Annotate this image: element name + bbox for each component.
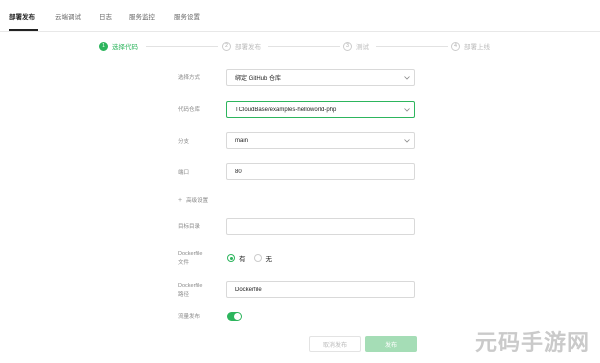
dockerfile-no-radio[interactable]: 无 [253, 253, 273, 263]
auto-publish-toggle[interactable] [227, 312, 242, 321]
radio-unchecked-icon [253, 254, 262, 262]
toggle-knob [234, 313, 241, 320]
step-number: 2 [222, 41, 231, 51]
chevron-down-icon [400, 138, 414, 143]
publish-button[interactable]: 发布 [365, 336, 417, 352]
repo-label: 代码仓库 [178, 107, 201, 113]
site-watermark: 元码手游网 [474, 331, 590, 356]
dockerfile-exists-label-line1: Dockerfile [178, 251, 203, 257]
dockerfile-no-label: 无 [265, 256, 273, 263]
plus-icon: + [178, 196, 183, 204]
tab-logs[interactable]: 日志 [99, 11, 112, 21]
step-connector [376, 46, 448, 47]
dockerfile-path-input[interactable]: Dockerfile [226, 281, 415, 298]
auto-publish-label: 流量发布 [178, 314, 201, 320]
step-select-code: 1 选择代码 [99, 41, 138, 51]
step-test: 3 测试 [343, 41, 369, 51]
tab-deploy[interactable]: 部署发布 [9, 11, 35, 21]
chevron-down-icon [400, 75, 414, 80]
dockerfile-yes-radio[interactable]: 有 [227, 253, 246, 263]
cancel-button[interactable]: 取消发布 [309, 336, 361, 352]
advanced-settings-toggle[interactable]: + 高级设置 [178, 196, 209, 205]
dockerfile-path-value: Dockerfile [235, 286, 262, 293]
step-number: 1 [99, 41, 108, 51]
target-dir-input[interactable] [226, 218, 415, 235]
dockerfile-path-label-line2: 路径 [178, 292, 190, 298]
tab-monitoring[interactable]: 服务监控 [129, 11, 155, 21]
step-label: 选择代码 [112, 44, 138, 51]
port-value: 80 [235, 168, 242, 175]
step-deploy: 2 部署发布 [222, 41, 261, 51]
branch-select[interactable]: main [226, 132, 415, 149]
tab-settings[interactable]: 服务设置 [174, 11, 200, 21]
step-connector [268, 46, 340, 47]
step-label: 部署发布 [235, 44, 261, 51]
step-number: 3 [343, 41, 352, 51]
branch-label: 分支 [178, 139, 190, 145]
step-label: 部署上线 [464, 44, 490, 51]
source-method-label: 选择方式 [178, 75, 201, 81]
port-label: 端口 [178, 170, 190, 176]
dockerfile-exists-label-line2: 文件 [178, 260, 190, 266]
repo-value: TCloudBase/examples-helloworld-php [235, 106, 337, 113]
top-tabs: 部署发布 云端调试 日志 服务监控 服务设置 [0, 0, 600, 32]
dockerfile-yes-label: 有 [239, 256, 246, 263]
source-method-value: 绑定 GitHub 仓库 [235, 76, 282, 82]
radio-checked-icon [227, 254, 235, 262]
branch-value: main [235, 137, 249, 144]
dockerfile-radio-group: 有 无 [227, 253, 280, 263]
active-tab-indicator [9, 29, 38, 31]
port-input[interactable]: 80 [226, 163, 415, 180]
target-dir-label: 目标目录 [178, 224, 201, 230]
source-method-select[interactable]: 绑定 GitHub 仓库 [226, 69, 415, 86]
chevron-down-icon [400, 107, 414, 112]
advanced-settings-label: 高级设置 [186, 198, 209, 204]
step-number: 4 [451, 41, 460, 51]
step-connector [146, 46, 218, 47]
tab-cloud-debug[interactable]: 云端调试 [55, 11, 81, 21]
dockerfile-path-label-line1: Dockerfile [178, 283, 203, 289]
repo-select[interactable]: TCloudBase/examples-helloworld-php [226, 101, 415, 118]
step-go-live: 4 部署上线 [451, 41, 490, 51]
step-label: 测试 [356, 44, 369, 51]
stepper: 1 选择代码 2 部署发布 3 测试 4 部署上线 [0, 38, 600, 54]
